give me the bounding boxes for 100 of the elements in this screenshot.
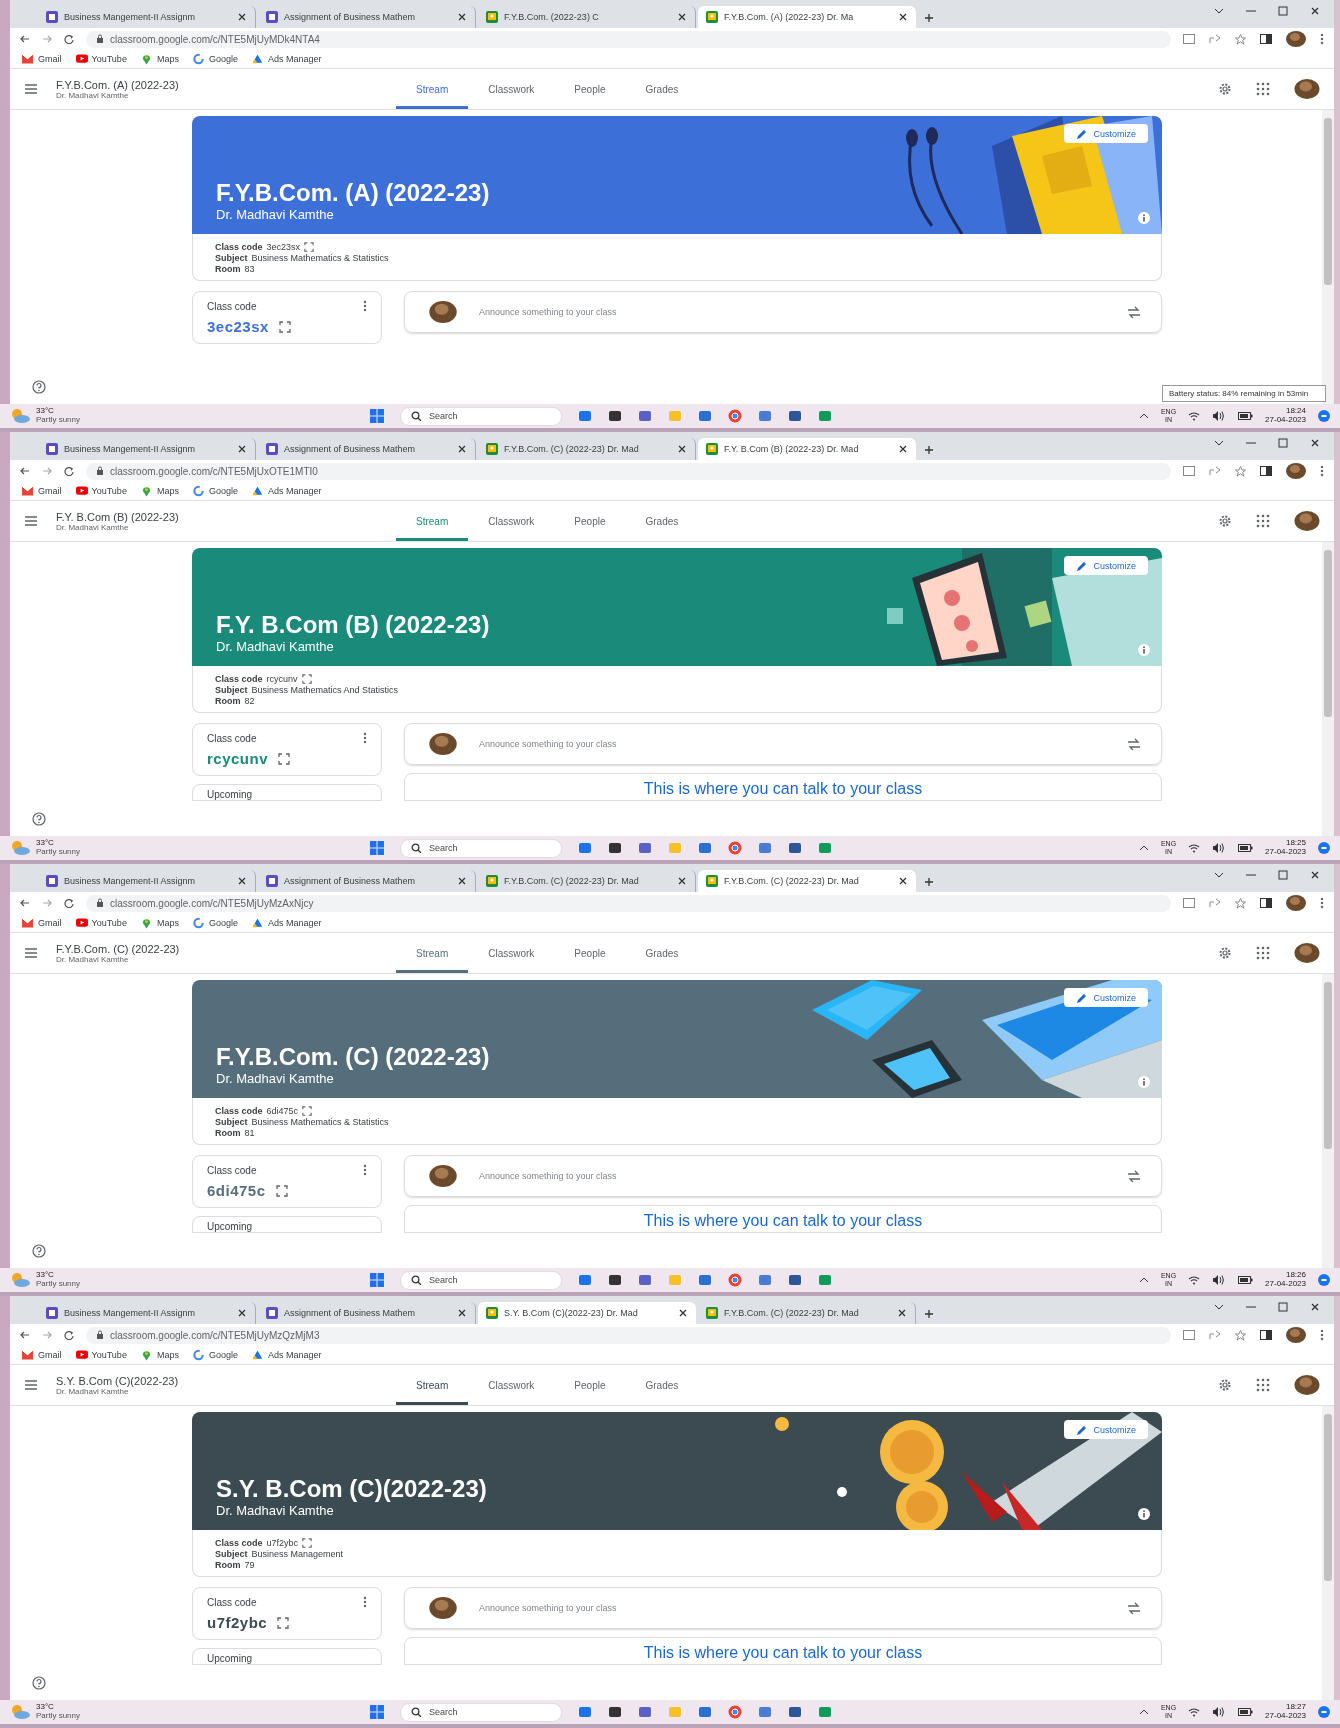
close-icon[interactable] (237, 12, 247, 22)
close-icon[interactable] (898, 12, 908, 22)
info-icon[interactable] (1138, 1076, 1150, 1088)
start-icon[interactable] (370, 841, 384, 855)
clock-date[interactable]: 27-04-2023 (1265, 1712, 1306, 1721)
bookmark[interactable]: Gmail (22, 917, 62, 929)
bookmark[interactable]: Ads Manager (251, 485, 322, 497)
menu-icon[interactable] (24, 83, 38, 95)
notification-icon[interactable] (1318, 410, 1330, 422)
close-icon[interactable] (1310, 1302, 1320, 1312)
fullscreen-icon[interactable] (301, 674, 312, 684)
bookmark[interactable]: Maps (140, 485, 179, 497)
more-icon[interactable] (1320, 897, 1324, 909)
taskbar-app-icon[interactable] (788, 1705, 802, 1719)
announce-field[interactable]: Announce something to your class (477, 1602, 1111, 1614)
avatar-icon[interactable] (1286, 31, 1306, 47)
browser-tab[interactable]: S.Y. B.Com (C)(2022-23) Dr. Mad (478, 1302, 696, 1324)
more-icon[interactable] (1320, 465, 1324, 477)
avatar-icon[interactable] (1286, 895, 1306, 911)
menu-icon[interactable] (24, 515, 38, 527)
taskbar-app-icon[interactable] (788, 841, 802, 855)
star-icon[interactable] (1235, 465, 1246, 477)
scrollbar[interactable] (1322, 110, 1334, 404)
bookmark[interactable]: Google (192, 485, 238, 497)
clock-time[interactable]: 18:25 (1285, 839, 1306, 848)
browser-tab[interactable]: F.Y.B.Com. (C) (2022-23) Dr. Mad (698, 870, 916, 892)
address-bar[interactable]: classroom.google.com/c/NTE5MjUyMDk4NTA4 (86, 30, 1171, 48)
taskbar-search[interactable]: Search (400, 1270, 562, 1290)
browser-tab[interactable]: Assignment of Business Mathem (258, 1302, 476, 1324)
back-icon[interactable] (20, 466, 30, 476)
clock-date[interactable]: 27-04-2023 (1265, 1280, 1306, 1289)
more-icon[interactable] (1320, 33, 1324, 45)
bookmark[interactable]: Google (192, 1349, 238, 1361)
nav-tab[interactable]: Grades (625, 501, 699, 541)
close-icon[interactable] (457, 1308, 467, 1318)
nav-tab[interactable]: Grades (625, 933, 699, 973)
repost-icon[interactable] (1127, 305, 1141, 319)
bookmark[interactable]: Maps (140, 1349, 179, 1361)
caret-icon[interactable] (1138, 1708, 1149, 1716)
plus-icon[interactable] (924, 1309, 934, 1319)
repost-icon[interactable] (1127, 737, 1141, 751)
caret-icon[interactable] (1138, 1276, 1149, 1284)
browser-tab[interactable]: Business Mangement-II Assignm (38, 1302, 256, 1324)
customize-button[interactable]: Customize (1064, 124, 1148, 143)
nav-tab[interactable]: Grades (625, 69, 699, 109)
notification-icon[interactable] (1318, 1706, 1330, 1718)
apps-grid-icon[interactable] (1256, 1378, 1270, 1392)
taskbar-app-icon[interactable] (608, 841, 622, 855)
fullscreen-icon[interactable] (302, 1106, 313, 1116)
nav-tab[interactable]: Stream (396, 501, 469, 541)
bookmark[interactable]: Ads Manager (251, 1349, 322, 1361)
avatar-icon[interactable] (1286, 463, 1306, 479)
star-icon[interactable] (1235, 1329, 1246, 1341)
help-icon[interactable] (32, 1244, 46, 1258)
star-icon[interactable] (1235, 897, 1246, 909)
bookmark[interactable]: YouTube (75, 917, 127, 929)
bookmark[interactable]: Gmail (22, 53, 62, 65)
browser-tab[interactable]: F.Y.B.Com. (C) (2022-23) Dr. Mad (478, 438, 696, 460)
menu-icon[interactable] (24, 1379, 38, 1391)
nav-tab[interactable]: People (554, 1365, 626, 1405)
wifi-icon[interactable] (1188, 1707, 1201, 1717)
fullscreen-icon[interactable] (304, 242, 315, 252)
chevron-down-icon[interactable] (1214, 1302, 1224, 1312)
course-name[interactable]: S.Y. B.Com (C)(2022-23) (56, 1374, 396, 1387)
bookmark[interactable]: Google (192, 53, 238, 65)
more-icon[interactable] (363, 732, 367, 744)
address-bar[interactable]: classroom.google.com/c/NTE5MjUyMzQzMjM3 (86, 1326, 1171, 1344)
scrollbar[interactable] (1322, 974, 1334, 1268)
help-icon[interactable] (32, 812, 46, 826)
close-icon[interactable] (237, 876, 247, 886)
battery-icon[interactable] (1238, 1275, 1254, 1285)
avatar-icon[interactable] (1286, 1327, 1306, 1343)
side-panel-icon[interactable] (1260, 34, 1272, 44)
browser-tab[interactable]: Assignment of Business Mathem (258, 438, 476, 460)
fullscreen-icon[interactable] (278, 320, 291, 333)
caret-icon[interactable] (1138, 844, 1149, 852)
nav-tab[interactable]: Stream (396, 933, 469, 973)
close-icon[interactable] (237, 444, 247, 454)
course-name[interactable]: F.Y.B.Com. (C) (2022-23) (56, 942, 396, 955)
taskbar-app-icon[interactable] (608, 1705, 622, 1719)
nav-tab[interactable]: People (554, 69, 626, 109)
clock-time[interactable]: 18:26 (1285, 1271, 1306, 1280)
browser-tab[interactable]: F.Y.B.Com. (C) (2022-23) Dr. Mad (478, 870, 696, 892)
info-icon[interactable] (1138, 1508, 1150, 1520)
taskbar-app-icon[interactable] (788, 1273, 802, 1287)
more-icon[interactable] (1320, 1329, 1324, 1341)
battery-icon[interactable] (1238, 411, 1254, 421)
info-icon[interactable] (1138, 212, 1150, 224)
chevron-down-icon[interactable] (1214, 870, 1224, 880)
taskbar-app-icon[interactable] (608, 409, 622, 423)
bookmark[interactable]: Maps (140, 53, 179, 65)
caret-icon[interactable] (1138, 412, 1149, 420)
plus-icon[interactable] (924, 445, 934, 455)
bookmark[interactable]: Google (192, 917, 238, 929)
notification-icon[interactable] (1318, 842, 1330, 854)
star-icon[interactable] (1235, 33, 1246, 45)
chevron-down-icon[interactable] (1214, 6, 1224, 16)
nav-tab[interactable]: Stream (396, 1365, 469, 1405)
help-icon[interactable] (32, 1676, 46, 1690)
announce-field[interactable]: Announce something to your class (477, 306, 1111, 318)
